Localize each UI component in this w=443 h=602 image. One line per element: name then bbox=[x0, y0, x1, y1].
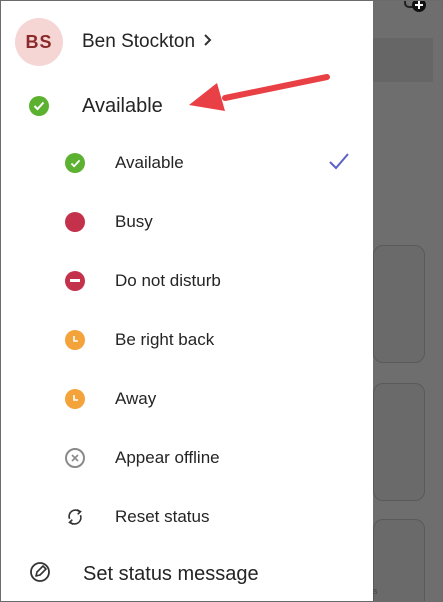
offline-x-icon bbox=[65, 448, 85, 468]
current-status-label: Available bbox=[82, 94, 163, 117]
status-drawer: BS Ben Stockton Available Available Busy… bbox=[1, 1, 373, 601]
profile-name[interactable]: Ben Stockton bbox=[82, 31, 195, 53]
status-option-appear-offline[interactable]: Appear offline bbox=[65, 446, 220, 470]
avatar[interactable]: BS bbox=[15, 18, 63, 66]
selected-check-icon bbox=[328, 152, 350, 175]
status-option-label: Away bbox=[115, 389, 157, 408]
available-check-icon bbox=[65, 153, 85, 173]
do-not-disturb-icon bbox=[65, 271, 85, 291]
new-chat-icon bbox=[401, 1, 431, 15]
status-option-label: Busy bbox=[115, 212, 153, 231]
available-check-icon bbox=[29, 96, 49, 116]
background-text: s bbox=[373, 586, 378, 596]
status-option-do-not-disturb[interactable]: Do not disturb bbox=[65, 269, 221, 293]
background-card bbox=[373, 245, 425, 363]
status-option-label: Be right back bbox=[115, 330, 215, 349]
status-option-available[interactable]: Available bbox=[65, 151, 184, 175]
status-option-busy[interactable]: Busy bbox=[65, 210, 153, 234]
background-card bbox=[373, 519, 425, 601]
status-option-label: Appear offline bbox=[115, 448, 220, 467]
reset-arrows-icon bbox=[65, 507, 85, 527]
status-option-label: Available bbox=[115, 153, 184, 172]
status-option-label: Reset status bbox=[115, 507, 210, 526]
edit-pencil-icon bbox=[29, 561, 51, 588]
status-option-label: Do not disturb bbox=[115, 271, 221, 290]
set-status-message-button[interactable]: Set status message bbox=[29, 561, 259, 587]
clock-icon bbox=[65, 389, 85, 409]
profile-row[interactable]: BS Ben Stockton bbox=[15, 18, 213, 66]
annotation-arrow bbox=[181, 61, 331, 126]
background-search-bar bbox=[373, 38, 433, 82]
clock-icon bbox=[65, 330, 85, 350]
status-option-away[interactable]: Away bbox=[65, 387, 156, 411]
current-status[interactable]: Available bbox=[29, 93, 163, 119]
busy-dot-icon bbox=[65, 212, 85, 232]
status-option-be-right-back[interactable]: Be right back bbox=[65, 328, 214, 352]
chevron-right-icon bbox=[203, 33, 213, 52]
set-status-message-label: Set status message bbox=[83, 562, 259, 585]
background-card bbox=[373, 383, 425, 501]
status-option-reset-status[interactable]: Reset status bbox=[65, 505, 210, 529]
app-frame: BS Ben Stockton Available Available Busy… bbox=[0, 0, 443, 602]
